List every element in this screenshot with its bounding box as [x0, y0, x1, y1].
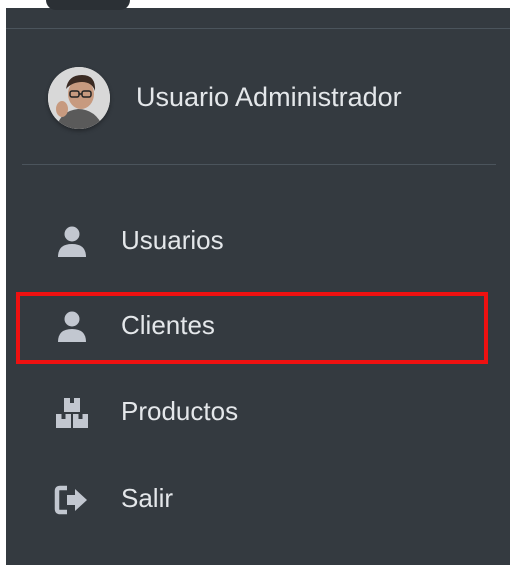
sidebar: Usuario Administrador Usuarios Clientes: [6, 0, 510, 565]
nav-label-productos: Productos: [121, 396, 239, 426]
nav-label-salir: Salir: [121, 483, 174, 513]
brand-logo-fragment: [46, 0, 130, 10]
nav-item-salir[interactable]: Salir: [6, 465, 510, 535]
user-icon: [54, 224, 90, 260]
boxes-icon: [54, 395, 90, 431]
sign-out-icon: [54, 482, 90, 518]
user-panel[interactable]: Usuario Administrador: [6, 60, 510, 140]
nav-item-usuarios[interactable]: Usuarios: [6, 207, 510, 277]
user-name[interactable]: Usuario Administrador: [136, 82, 402, 113]
nav-item-productos[interactable]: Productos: [6, 378, 510, 448]
user-avatar[interactable]: [48, 67, 110, 129]
panel-divider: [22, 164, 496, 165]
highlight-box: [16, 292, 488, 364]
content-area-edge: [510, 0, 516, 565]
brand-divider: [6, 28, 510, 29]
nav-label-usuarios: Usuarios: [121, 225, 224, 255]
